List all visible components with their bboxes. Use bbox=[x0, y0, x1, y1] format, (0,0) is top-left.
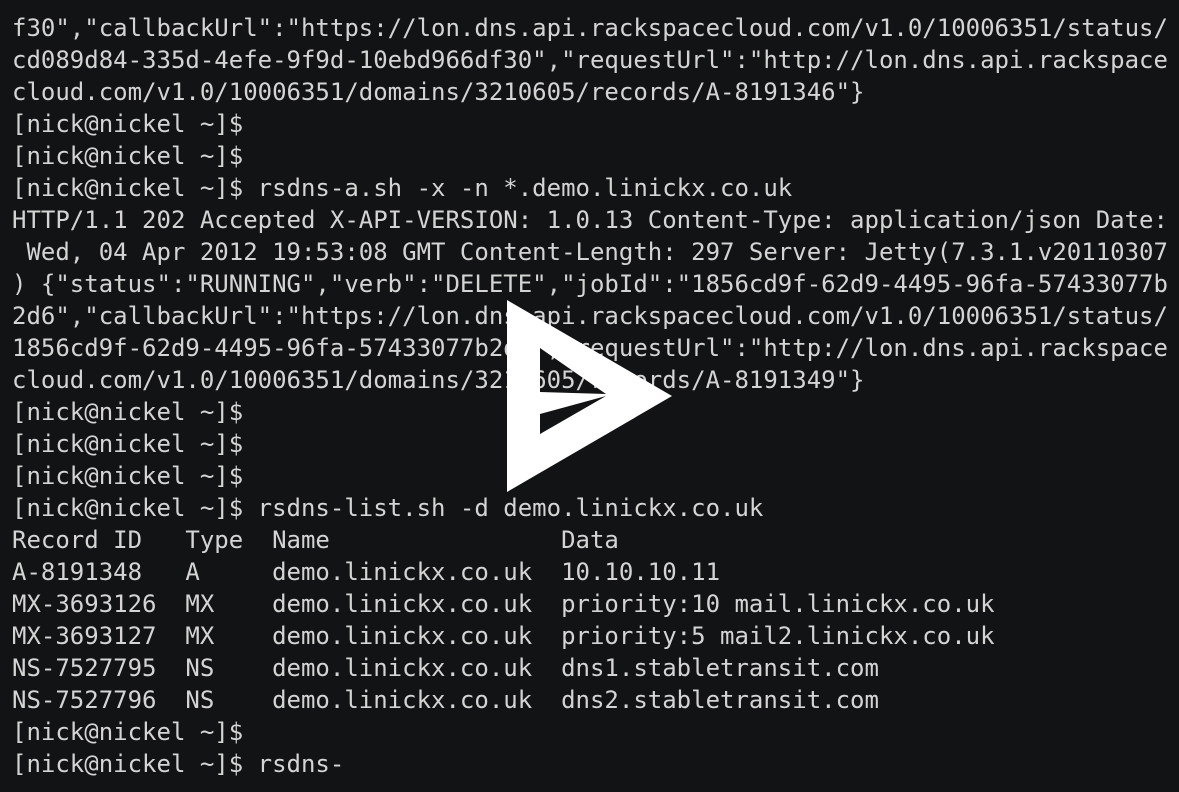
terminal-line: cd089d84-335d-4efe-9f9d-10ebd966df30","r… bbox=[12, 46, 1168, 74]
terminal-prompt: [nick@nickel ~]$ bbox=[12, 142, 244, 170]
terminal-line: f30","callbackUrl":"https://lon.dns.api.… bbox=[12, 14, 1168, 42]
terminal-command: [nick@nickel ~]$ rsdns-a.sh -x -n *.demo… bbox=[12, 174, 793, 202]
terminal-command: [nick@nickel ~]$ rsdns-list.sh -d demo.l… bbox=[12, 494, 764, 522]
terminal-line: cloud.com/v1.0/10006351/domains/3210605/… bbox=[12, 78, 865, 106]
table-row: MX-3693126 MX demo.linickx.co.uk priorit… bbox=[12, 590, 995, 618]
terminal-line: Wed, 04 Apr 2012 19:53:08 GMT Content-Le… bbox=[12, 238, 1168, 266]
table-row: NS-7527795 NS demo.linickx.co.uk dns1.st… bbox=[12, 654, 879, 682]
play-button[interactable] bbox=[500, 296, 680, 496]
terminal-current-input[interactable]: [nick@nickel ~]$ rsdns- bbox=[12, 748, 1179, 780]
terminal-window[interactable]: f30","callbackUrl":"https://lon.dns.api.… bbox=[0, 0, 1179, 792]
terminal-prompt: [nick@nickel ~]$ bbox=[12, 110, 244, 138]
table-row: A-8191348 A demo.linickx.co.uk 10.10.10.… bbox=[12, 558, 721, 586]
table-row: NS-7527796 NS demo.linickx.co.uk dns2.st… bbox=[12, 686, 879, 714]
table-header: Record ID Type Name Data bbox=[12, 526, 619, 554]
play-icon bbox=[507, 300, 672, 492]
terminal-prompt: [nick@nickel ~]$ bbox=[12, 718, 244, 746]
terminal-line: HTTP/1.1 202 Accepted X-API-VERSION: 1.0… bbox=[12, 206, 1168, 234]
table-row: MX-3693127 MX demo.linickx.co.uk priorit… bbox=[12, 622, 995, 650]
